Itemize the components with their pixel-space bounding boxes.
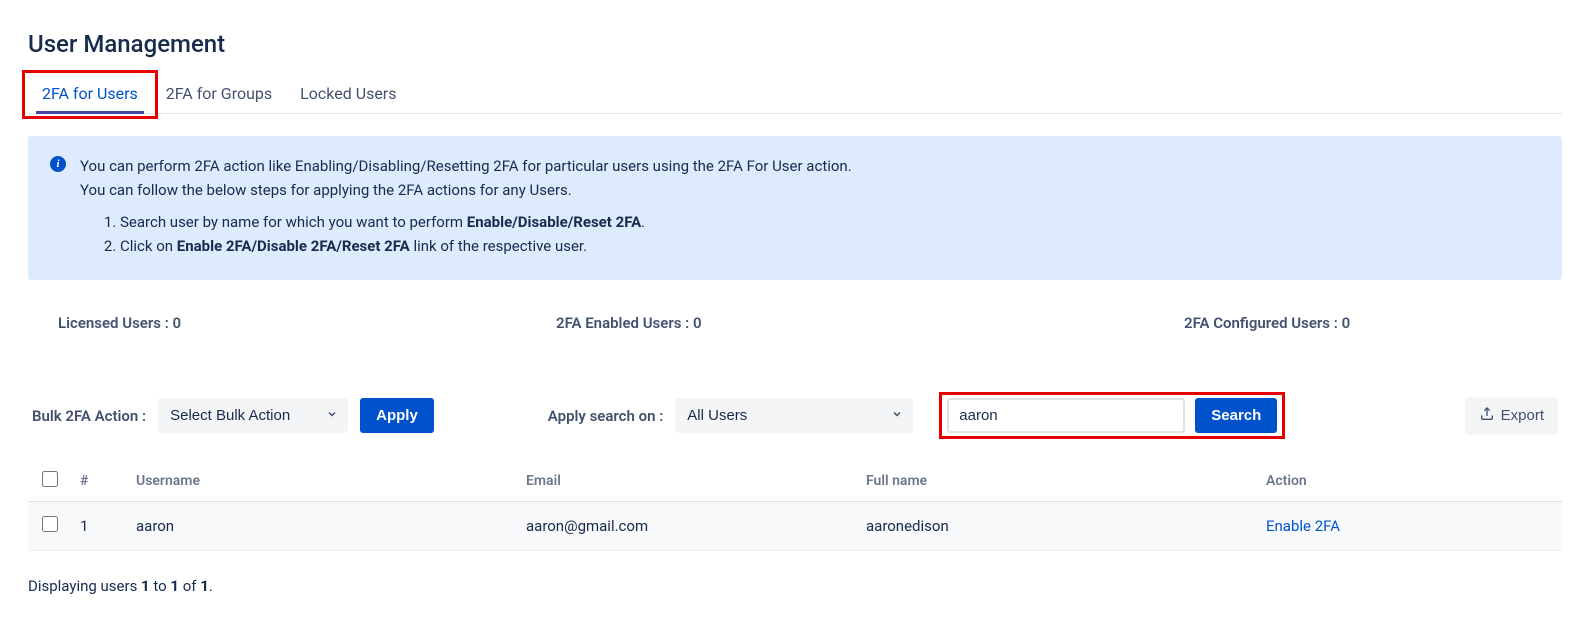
info-step-1: Search user by name for which you want t… [120,210,852,234]
apply-button[interactable]: Apply [360,398,434,433]
table-header-action: Action [1258,461,1562,502]
footer-text: . [209,577,213,595]
stats-row: Licensed Users : 0 2FA Enabled Users : 0… [28,314,1562,332]
tab-label: Locked Users [300,84,396,103]
tab-locked-users[interactable]: Locked Users [286,76,410,113]
search-group: Search [939,392,1285,439]
footer-text: of [179,577,200,595]
table-header-checkbox [28,461,72,502]
info-step-2: Click on Enable 2FA/Disable 2FA/Reset 2F… [120,234,852,258]
stat-value: 0 [1342,314,1351,332]
cell-email: aaron@gmail.com [518,502,858,551]
info-body: You can perform 2FA action like Enabling… [80,154,852,258]
info-text: You can perform 2FA action like Enabling… [80,157,852,175]
tab-label: 2FA for Users [42,84,138,103]
info-text: Click on [120,237,177,255]
info-icon-wrap: i [50,154,66,258]
export-label: Export [1501,407,1544,424]
stat-2fa-enabled-users: 2FA Enabled Users : 0 [406,314,904,332]
row-checkbox[interactable] [42,516,58,532]
export-button[interactable]: Export [1465,397,1558,435]
page-title: User Management [28,30,1562,58]
bulk-action-select[interactable]: Select Bulk Action [158,398,348,433]
export-icon [1479,406,1495,426]
stat-label: 2FA Enabled Users : [556,314,689,332]
info-panel: i You can perform 2FA action like Enabli… [28,136,1562,280]
table-header-email: Email [518,461,858,502]
footer-total: 1 [200,577,209,595]
tab-2fa-for-groups[interactable]: 2FA for Groups [152,76,286,113]
tab-2fa-for-users[interactable]: 2FA for Users [28,76,152,113]
stat-value: 0 [693,314,702,332]
stat-value: 0 [173,314,182,332]
info-icon: i [50,156,66,172]
stat-licensed-users: Licensed Users : 0 [58,314,406,332]
info-text-bold: Enable/Disable/Reset 2FA [467,213,641,231]
bulk-action-label: Bulk 2FA Action : [32,407,146,425]
cell-username: aaron [128,502,518,551]
search-button[interactable]: Search [1195,398,1277,433]
select-all-checkbox[interactable] [42,471,58,487]
tabs: 2FA for Users 2FA for Groups Locked User… [28,76,1562,114]
cell-fullname: aaronedison [858,502,1258,551]
users-table: # Username Email Full name Action 1 aaro… [28,461,1562,551]
info-text-bold: Enable 2FA/Disable 2FA/Reset 2FA [177,237,410,255]
apply-search-on-label: Apply search on : [548,407,663,425]
pagination-summary: Displaying users 1 to 1 of 1. [28,577,1562,595]
info-text: . [641,213,645,231]
search-scope-select[interactable]: All Users [675,398,913,433]
stat-label: Licensed Users : [58,314,169,332]
stat-label: 2FA Configured Users : [1184,314,1338,332]
footer-text: Displaying users [28,577,141,595]
footer-from: 1 [141,577,150,595]
table-header-username: Username [128,461,518,502]
info-text: You can follow the below steps for apply… [80,181,572,199]
table-row: 1 aaron aaron@gmail.com aaronedison Enab… [28,502,1562,551]
search-input[interactable] [947,398,1185,433]
stat-2fa-configured-users: 2FA Configured Users : 0 [904,314,1532,332]
table-header-fullname: Full name [858,461,1258,502]
footer-text: to [150,577,171,595]
tab-label: 2FA for Groups [166,84,272,103]
info-text: link of the respective user. [410,237,587,255]
info-text: Search user by name for which you want t… [120,213,467,231]
controls-row: Bulk 2FA Action : Select Bulk Action App… [28,392,1562,439]
footer-to: 1 [170,577,179,595]
table-header-num: # [72,461,128,502]
enable-2fa-link[interactable]: Enable 2FA [1266,517,1340,535]
cell-num: 1 [72,502,128,551]
